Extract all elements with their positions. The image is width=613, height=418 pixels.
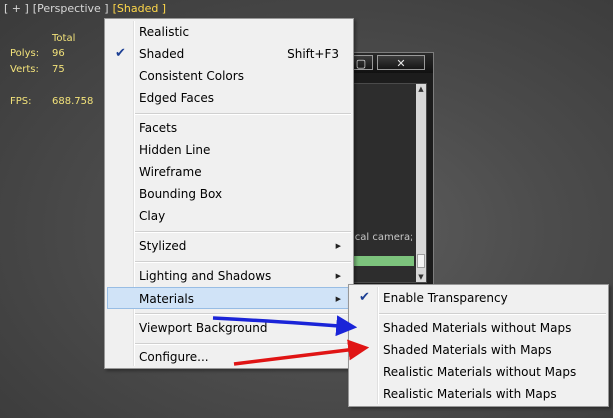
annotation-arrows: [212, 315, 370, 366]
blue-arrow: [212, 315, 358, 337]
red-arrow: [233, 339, 370, 366]
